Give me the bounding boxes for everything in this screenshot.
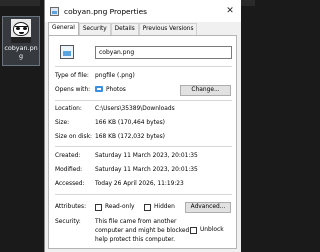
face-icon [13, 22, 29, 36]
location-value: C:\Users\35389\Downloads [95, 106, 175, 112]
png-file-icon [60, 45, 74, 59]
opens-with-value: Photos [106, 87, 126, 93]
desktop-file-icon[interactable]: cobyan.png [2, 16, 40, 66]
divider [55, 66, 232, 67]
divider [55, 100, 232, 101]
readonly-label: Read-only [105, 204, 135, 210]
tab-general[interactable]: General [48, 22, 79, 35]
accessed-label: Accessed: [55, 181, 85, 187]
size-on-disk-value: 168 KB (172,032 bytes) [95, 134, 165, 140]
tab-strip: General Security Details Previous Versio… [45, 22, 241, 35]
file-name-field[interactable] [95, 46, 232, 59]
general-panel: Type of file: pngfile (.png) Opens with:… [48, 35, 237, 249]
close-icon[interactable]: ✕ [219, 0, 241, 22]
advanced-button[interactable]: Advanced... [185, 202, 231, 213]
window-title: cobyan.png Properties [64, 6, 147, 16]
desktop-top-strip-right [241, 0, 255, 6]
modified-value: Saturday 11 March 2023, 20:01:35 [95, 167, 198, 173]
security-label: Security: [55, 219, 81, 225]
type-label: Type of file: [55, 73, 89, 79]
title-bar[interactable]: cobyan.png Properties ✕ [45, 0, 241, 22]
photos-app-icon [95, 86, 103, 92]
unblock-checkbox[interactable] [190, 227, 197, 234]
location-label: Location: [55, 106, 82, 112]
hidden-checkbox[interactable] [144, 204, 151, 211]
divider [55, 146, 232, 147]
tab-details[interactable]: Details [110, 23, 139, 35]
tab-previous-versions[interactable]: Previous Versions [138, 23, 198, 35]
divider [55, 194, 232, 195]
readonly-checkbox[interactable] [95, 204, 102, 211]
desktop-top-strip [0, 0, 40, 6]
size-label: Size: [55, 120, 70, 126]
created-value: Saturday 11 March 2023, 20:01:35 [95, 153, 198, 159]
hidden-label: Hidden [154, 204, 175, 210]
security-text-line-3: help protect this computer. [95, 237, 175, 243]
created-label: Created: [55, 153, 81, 159]
size-on-disk-label: Size on disk: [55, 134, 93, 140]
change-button[interactable]: Change... [180, 85, 231, 96]
security-text-line-1: This file came from another [95, 219, 177, 225]
attributes-label: Attributes: [55, 204, 87, 210]
size-value: 166 KB (170,464 bytes) [95, 120, 165, 126]
image-file-icon [50, 6, 59, 16]
modified-label: Modified: [55, 167, 83, 173]
unblock-label: Unblock [200, 227, 224, 233]
tab-security[interactable]: Security [78, 23, 111, 35]
properties-dialog: cobyan.png Properties ✕ General Security… [44, 0, 241, 252]
type-value: pngfile (.png) [95, 73, 135, 79]
accessed-value: Today 26 April 2026, 11:19:23 [95, 181, 184, 187]
desktop-file-label: cobyan.png [4, 44, 38, 60]
image-thumbnail-icon [11, 19, 31, 43]
security-text-line-2: computer and might be blocked to [95, 228, 198, 234]
opens-with-label: Opens with: [55, 87, 91, 93]
